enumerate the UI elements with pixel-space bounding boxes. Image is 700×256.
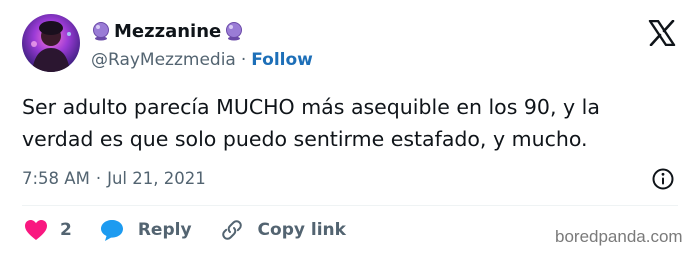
tweet-actions: 2 Reply Copy link: [24, 217, 374, 243]
tweet-text: Ser adulto parecía MUCHO más asequible e…: [22, 91, 692, 155]
author-display-name[interactable]: Mezzanine: [114, 21, 221, 42]
follow-button[interactable]: Follow: [251, 50, 313, 70]
reply-bubble-icon: [100, 220, 123, 241]
avatar[interactable]: [22, 14, 80, 72]
copy-link-label: Copy link: [257, 220, 346, 240]
crystal-ball-icon: [91, 21, 111, 41]
reply-label: Reply: [137, 220, 192, 240]
tweet-card: Mezzanine @RayMezzmedia · Follow Ser adu…: [0, 0, 700, 256]
x-logo-icon[interactable]: [648, 19, 676, 47]
tweet-text-line: Ser adulto parecía MUCHO más asequible e…: [22, 95, 600, 119]
author-handle[interactable]: @RayMezzmedia: [91, 50, 236, 70]
link-icon: [221, 220, 242, 240]
reply-button[interactable]: Reply: [100, 219, 192, 241]
separator-dot: ·: [95, 168, 102, 188]
watermark: boredpanda.com: [555, 227, 683, 246]
tweet-text-line: verdad es que solo puedo sentirme estafa…: [22, 127, 588, 151]
author-name-row[interactable]: Mezzanine: [91, 18, 244, 44]
info-icon[interactable]: [651, 167, 675, 191]
like-button[interactable]: 2: [24, 219, 72, 241]
tweet-timestamp[interactable]: 7:58 AM · Jul 21, 2021: [22, 166, 206, 190]
tweet-time: 7:58 AM: [22, 168, 90, 188]
author-handle-row: @RayMezzmedia · Follow: [91, 48, 313, 72]
copy-link-button[interactable]: Copy link: [220, 218, 346, 242]
like-count: 2: [60, 220, 72, 240]
heart-icon: [25, 220, 47, 240]
tweet-date: Jul 21, 2021: [107, 168, 206, 188]
separator-dot: ·: [240, 50, 247, 70]
divider: [22, 205, 678, 206]
crystal-ball-icon: [224, 21, 244, 41]
